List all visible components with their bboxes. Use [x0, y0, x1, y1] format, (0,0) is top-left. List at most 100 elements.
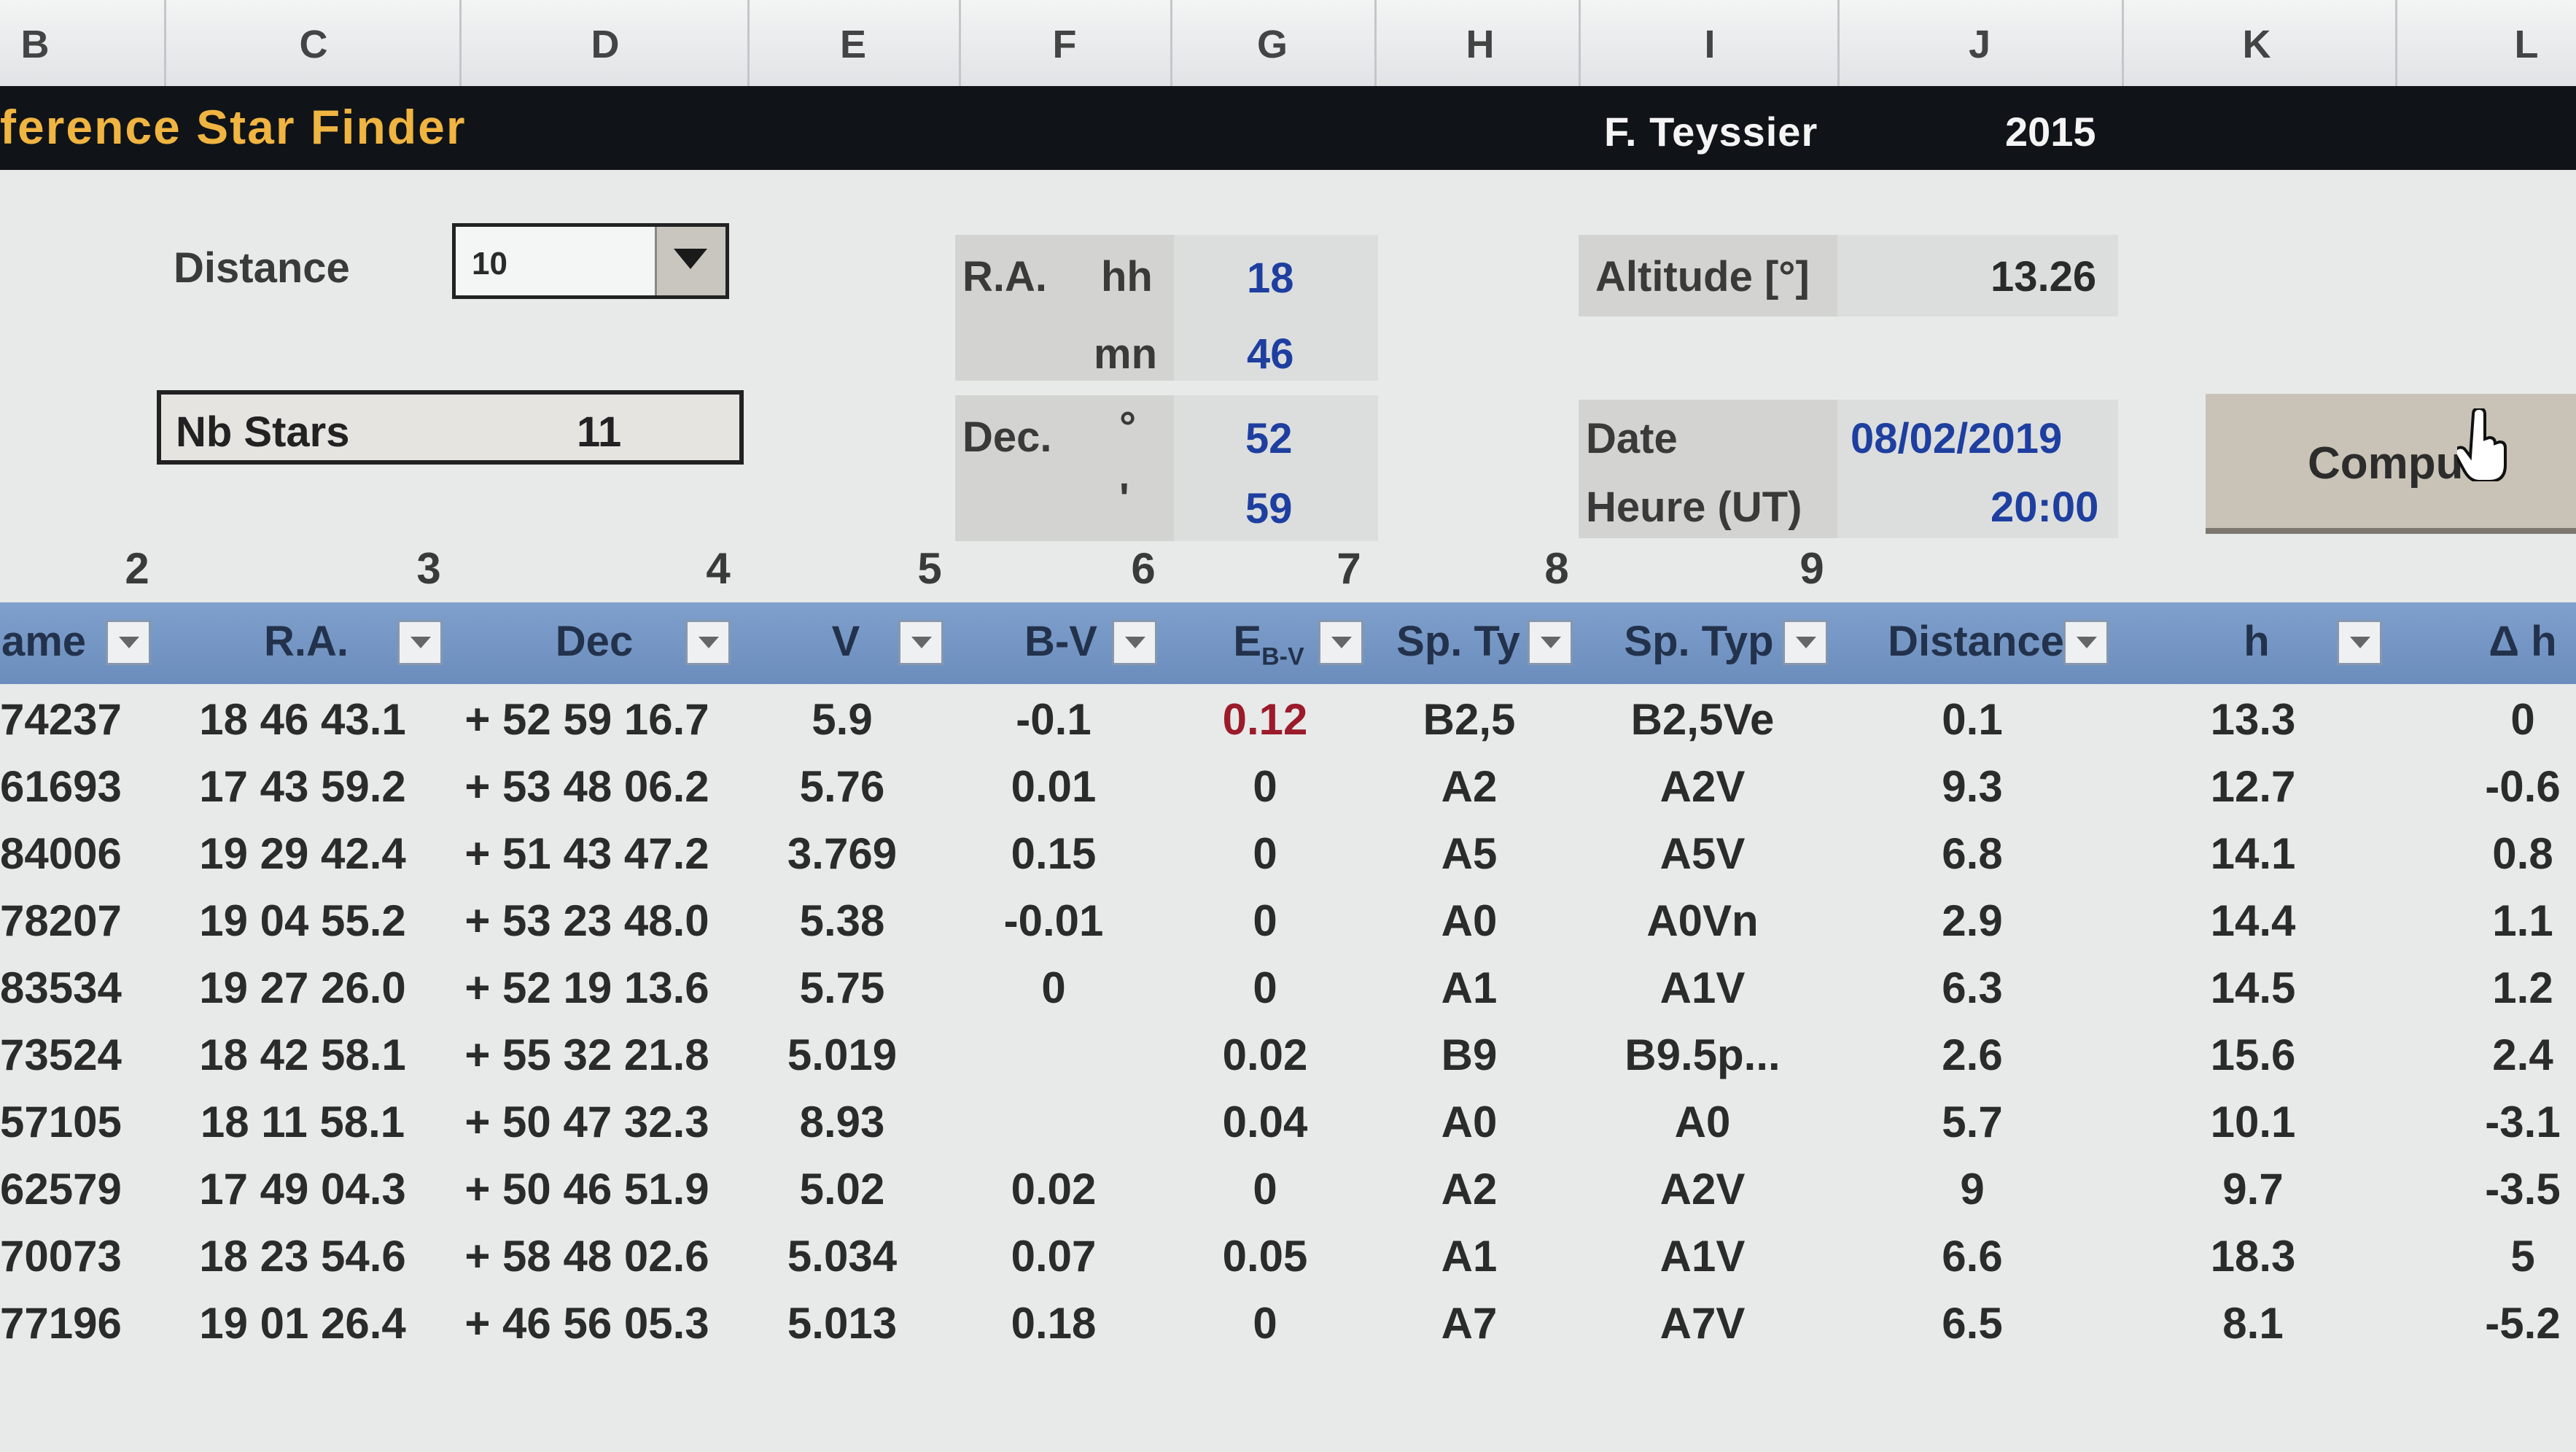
cell-ebv[interactable]: 0 [1253, 896, 1277, 946]
cell-ra[interactable]: 19 04 55.2 [199, 896, 406, 946]
cell-ra[interactable]: 18 23 54.6 [199, 1231, 406, 1281]
cell-v[interactable]: 8.93 [800, 1097, 885, 1147]
cell-name[interactable]: 61693 [0, 761, 122, 812]
cell-dist[interactable]: 2.9 [1942, 896, 2002, 946]
cell-v[interactable]: 5.9 [812, 694, 872, 745]
cell-name[interactable]: 57105 [0, 1097, 122, 1147]
column-separator[interactable] [959, 0, 961, 93]
cell-dist[interactable]: 9.3 [1942, 761, 2002, 812]
cell-v[interactable]: 5.019 [787, 1030, 897, 1080]
cell-ebv[interactable]: 0 [1253, 761, 1277, 812]
column-letter-h[interactable]: H [1466, 22, 1495, 67]
cell-dh[interactable]: 2.4 [2492, 1030, 2553, 1080]
cell-h[interactable]: 14.5 [2211, 963, 2296, 1013]
filter-button-sptype-1[interactable] [1528, 620, 1573, 665]
column-letter-b[interactable]: B [21, 22, 50, 67]
cell-sp2[interactable]: A1V [1660, 963, 1746, 1013]
filter-button-ra[interactable] [397, 620, 443, 665]
column-separator[interactable] [1374, 0, 1377, 93]
cell-sp1[interactable]: A1 [1441, 963, 1498, 1013]
filter-button-h[interactable] [2337, 620, 2382, 665]
cell-bv[interactable]: -0.1 [1016, 694, 1091, 745]
cell-sp1[interactable]: A0 [1441, 896, 1498, 946]
cell-name[interactable]: 73524 [0, 1030, 122, 1080]
cell-ebv[interactable]: 0 [1253, 1298, 1277, 1348]
column-separator[interactable] [1837, 0, 1840, 93]
cell-h[interactable]: 18.3 [2211, 1231, 2296, 1281]
cell-dist[interactable]: 6.6 [1942, 1231, 2002, 1281]
cell-ebv[interactable]: 0.12 [1223, 694, 1308, 745]
cell-v[interactable]: 5.013 [787, 1298, 897, 1348]
cell-h[interactable]: 8.1 [2222, 1298, 2283, 1348]
column-letter-g[interactable]: G [1257, 22, 1288, 67]
column-separator[interactable] [2395, 0, 2397, 93]
cell-ra[interactable]: 19 27 26.0 [199, 963, 406, 1013]
cell-dh[interactable]: -3.1 [2485, 1097, 2560, 1147]
cell-v[interactable]: 3.769 [787, 828, 897, 879]
cell-v[interactable]: 5.38 [800, 896, 885, 946]
filter-button-dec[interactable] [685, 620, 731, 665]
column-letter-c[interactable]: C [300, 22, 328, 67]
cell-ra[interactable]: 17 49 04.3 [199, 1164, 406, 1214]
cell-h[interactable]: 10.1 [2211, 1097, 2296, 1147]
cell-sp2[interactable]: A2V [1660, 1164, 1746, 1214]
dec-deg-value[interactable]: 52 [1245, 414, 1293, 463]
cell-sp1[interactable]: B9 [1441, 1030, 1498, 1080]
column-separator[interactable] [2122, 0, 2124, 93]
cell-ra[interactable]: 17 43 59.2 [199, 761, 406, 812]
cell-dist[interactable]: 6.3 [1942, 963, 2002, 1013]
ra-hh-value[interactable]: 18 [1247, 254, 1294, 303]
cell-dec[interactable]: + 53 23 48.0 [464, 896, 709, 946]
cell-sp2[interactable]: A2V [1660, 761, 1746, 812]
cell-ra[interactable]: 19 29 42.4 [199, 828, 406, 879]
cell-dh[interactable]: -5.2 [2485, 1298, 2560, 1348]
column-letter-l[interactable]: L [2515, 22, 2539, 67]
column-separator[interactable] [747, 0, 750, 93]
cell-v[interactable]: 5.76 [800, 761, 885, 812]
cell-dh[interactable]: 1.1 [2492, 896, 2553, 946]
cell-name[interactable]: 77196 [0, 1298, 122, 1348]
time-value[interactable]: 20:00 [1991, 483, 2098, 532]
cell-ebv[interactable]: 0.04 [1223, 1097, 1308, 1147]
filter-button-name[interactable] [106, 620, 151, 665]
cell-ebv[interactable]: 0 [1253, 828, 1277, 879]
column-separator[interactable] [164, 0, 166, 93]
cell-name[interactable]: 62579 [0, 1164, 122, 1214]
cell-dec[interactable]: + 50 46 51.9 [464, 1164, 709, 1214]
cell-sp2[interactable]: A7V [1660, 1298, 1746, 1348]
cell-dh[interactable]: -3.5 [2485, 1164, 2560, 1214]
column-letter-j[interactable]: J [1969, 22, 1991, 67]
cell-name[interactable]: 74237 [0, 694, 122, 745]
cell-dh[interactable]: 0.8 [2492, 828, 2553, 879]
cell-dist[interactable]: 5.7 [1942, 1097, 2002, 1147]
cell-dist[interactable]: 6.8 [1942, 828, 2002, 879]
cell-dist[interactable]: 6.5 [1942, 1298, 2002, 1348]
filter-button-ebv[interactable] [1318, 620, 1363, 665]
column-letter-d[interactable]: D [591, 22, 620, 67]
cell-dh[interactable]: 1.2 [2492, 963, 2553, 1013]
cell-dec[interactable]: + 51 43 47.2 [464, 828, 709, 879]
cell-name[interactable]: 70073 [0, 1231, 122, 1281]
cell-ra[interactable]: 18 46 43.1 [199, 694, 406, 745]
cell-sp2[interactable]: A0 [1675, 1097, 1731, 1147]
column-separator[interactable] [1579, 0, 1581, 93]
cell-dh[interactable]: -0.6 [2485, 761, 2560, 812]
cell-h[interactable]: 15.6 [2211, 1030, 2296, 1080]
cell-ebv[interactable]: 0 [1253, 963, 1277, 1013]
column-letter-e[interactable]: E [840, 22, 866, 67]
cell-ra[interactable]: 18 42 58.1 [199, 1030, 406, 1080]
cell-name[interactable]: 84006 [0, 828, 122, 879]
cell-dh[interactable]: 5 [2510, 1231, 2534, 1281]
cell-dec[interactable]: + 52 19 13.6 [464, 963, 709, 1013]
cell-sp1[interactable]: A1 [1441, 1231, 1498, 1281]
cell-h[interactable]: 14.4 [2211, 896, 2296, 946]
cell-dist[interactable]: 9 [1960, 1164, 1984, 1214]
dropdown-arrow-button[interactable] [655, 227, 725, 295]
filter-button-sptype-2[interactable] [1783, 620, 1828, 665]
cell-dec[interactable]: + 50 47 32.3 [464, 1097, 709, 1147]
column-letter-k[interactable]: K [2243, 22, 2271, 67]
cell-h[interactable]: 12.7 [2211, 761, 2296, 812]
column-letter-i[interactable]: I [1704, 22, 1715, 67]
cell-sp2[interactable]: B9.5p... [1624, 1030, 1780, 1080]
cell-dist[interactable]: 0.1 [1942, 694, 2002, 745]
